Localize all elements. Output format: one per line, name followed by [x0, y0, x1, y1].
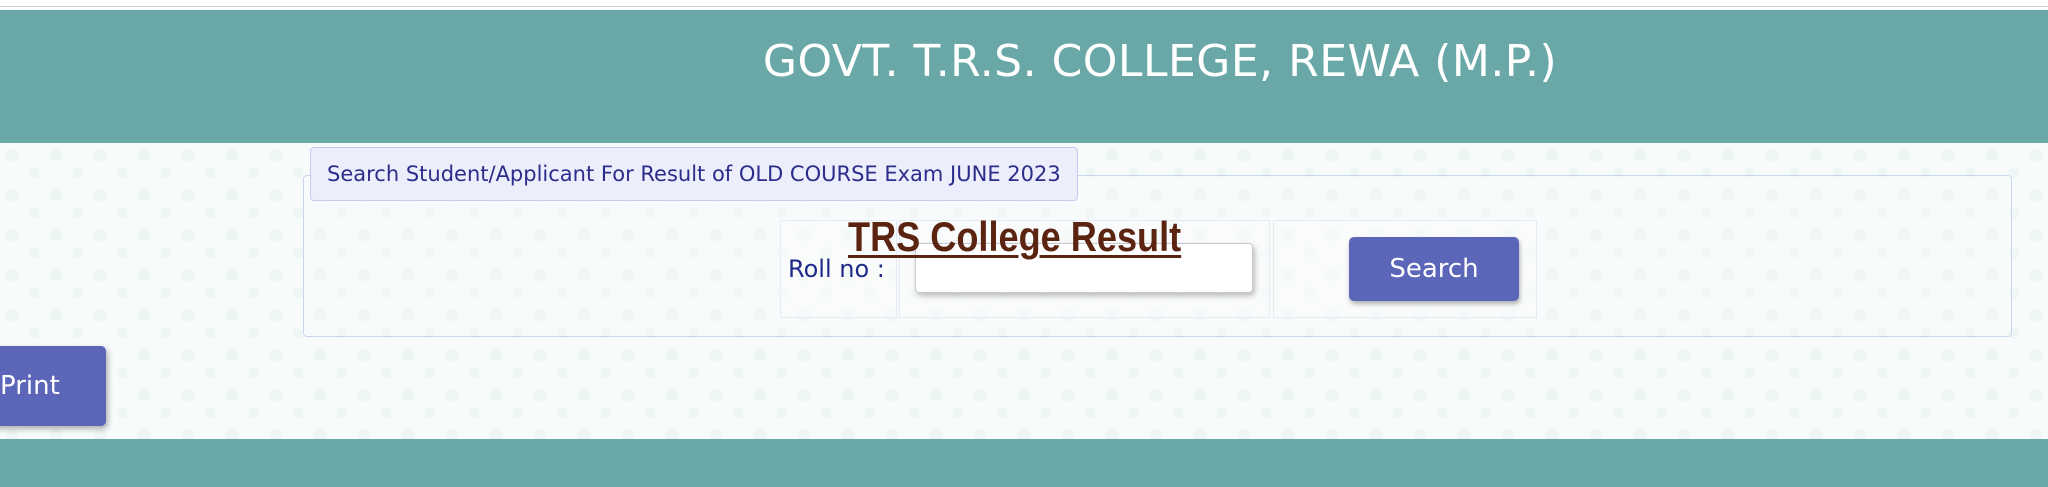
footer-bar [0, 439, 2048, 487]
search-button[interactable]: Search [1349, 237, 1519, 301]
top-strip [0, 0, 2048, 7]
header-bar: GOVT. T.R.S. COLLEGE, REWA (M.P.) [0, 10, 2048, 143]
roll-no-input[interactable] [915, 243, 1253, 293]
college-title: GOVT. T.R.S. COLLEGE, REWA (M.P.) [762, 36, 1558, 87]
content-area: Search Student/Applicant For Result of O… [0, 143, 2048, 439]
search-legend: Search Student/Applicant For Result of O… [310, 147, 1078, 201]
print-button[interactable]: Print [0, 346, 106, 426]
roll-no-label: Roll no : [788, 255, 885, 283]
